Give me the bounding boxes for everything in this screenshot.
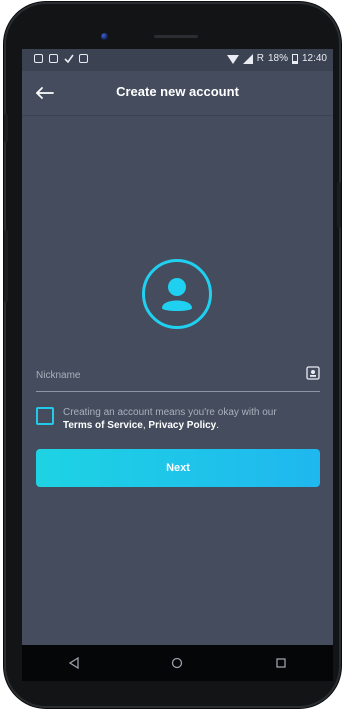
- wifi-icon: [226, 54, 239, 64]
- nickname-field: [36, 361, 320, 392]
- avatar-picker[interactable]: [142, 259, 212, 329]
- user-avatar-icon: [162, 278, 192, 311]
- terms-of-service-link[interactable]: Terms of Service: [63, 420, 143, 431]
- privacy-policy-link[interactable]: Privacy Policy: [148, 420, 216, 431]
- side-button-left-bottom: [4, 230, 8, 302]
- nav-bar: [22, 645, 333, 681]
- terms-end: .: [216, 420, 220, 431]
- side-button-right: [337, 182, 341, 228]
- speaker-grille: [154, 35, 198, 38]
- page-title: Create new account: [116, 84, 239, 99]
- nav-home-icon[interactable]: [165, 651, 189, 675]
- terms-description: Creating an account means you're okay wi…: [63, 407, 277, 418]
- front-camera: [101, 33, 108, 40]
- status-icons-right: R 18% 12:40: [226, 53, 327, 64]
- terms-text: Creating an account means you're okay wi…: [63, 406, 323, 432]
- next-button[interactable]: Next: [36, 449, 320, 487]
- nickname-input[interactable]: [36, 365, 286, 385]
- notification-icon: [34, 54, 43, 63]
- status-icons-left: [34, 54, 88, 64]
- clock: 12:40: [301, 53, 327, 64]
- side-button-left-top: [4, 114, 8, 142]
- nav-back-icon[interactable]: [62, 651, 86, 675]
- status-bar: R 18% 12:40: [22, 49, 333, 71]
- app-bar: Create new account: [22, 71, 333, 116]
- signal-icon: [242, 54, 253, 64]
- terms-checkbox[interactable]: [36, 407, 54, 425]
- battery-icon: [291, 54, 298, 64]
- terms-links: Terms of Service, Privacy Policy.: [63, 419, 323, 432]
- nav-recents-icon[interactable]: [269, 651, 293, 675]
- sim-icon: [49, 54, 58, 63]
- image-icon: [79, 54, 88, 63]
- roaming-indicator: R: [256, 53, 264, 64]
- id-card-icon: [306, 366, 320, 380]
- screen: R 18% 12:40 Create new account Crea: [22, 49, 333, 645]
- check-icon: [64, 54, 74, 64]
- battery-percent: 18%: [267, 53, 288, 64]
